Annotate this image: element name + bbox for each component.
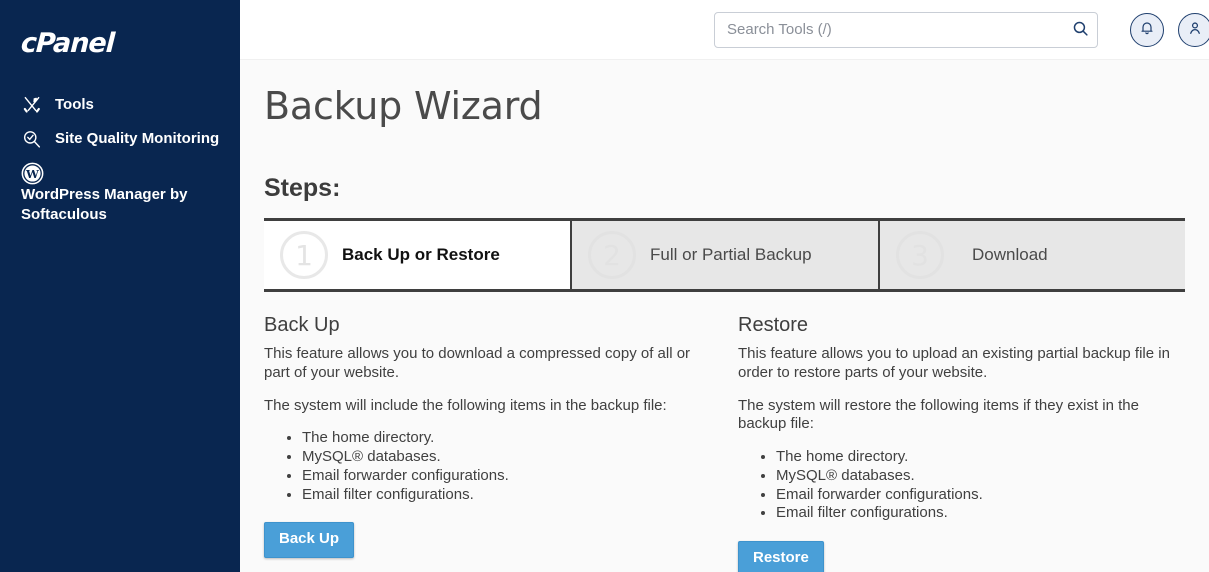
- restore-item-list: The home directory. MySQL® databases. Em…: [738, 448, 1209, 523]
- sidebar-item-wordpress-manager[interactable]: W WordPress Manager by Softaculous: [0, 156, 240, 231]
- restore-button[interactable]: Restore: [738, 541, 824, 572]
- list-item: The home directory.: [302, 429, 738, 448]
- restore-heading: Restore: [738, 314, 809, 336]
- backup-item-list: The home directory. MySQL® databases. Em…: [264, 429, 738, 504]
- cpanel-logo[interactable]: cPanel: [20, 27, 151, 59]
- page-title: Backup Wizard: [264, 84, 543, 128]
- search-icon: [1072, 20, 1089, 40]
- sidebar-item-tools[interactable]: Tools: [0, 88, 240, 122]
- step-label-2: Full or Partial Backup: [650, 245, 812, 264]
- list-item: The home directory.: [776, 448, 1209, 467]
- backup-paragraph-2: The system will include the following it…: [264, 396, 667, 414]
- list-item: MySQL® databases.: [776, 467, 1209, 486]
- step-tab-3[interactable]: 3 Download: [880, 221, 1185, 289]
- sidebar-item-label-tools: Tools: [55, 96, 94, 113]
- restore-paragraph-1: This feature allows you to upload an exi…: [738, 345, 1170, 381]
- list-item: MySQL® databases.: [302, 448, 738, 467]
- notifications-button[interactable]: [1130, 12, 1164, 47]
- restore-paragraph-2: The system will restore the following it…: [738, 396, 1139, 433]
- list-item: Email forwarder configurations.: [302, 467, 738, 486]
- list-item: Email filter configurations.: [302, 486, 738, 505]
- tools-icon: [21, 94, 49, 116]
- bell-icon: [1139, 20, 1155, 39]
- sidebar: cPanel Tools Site Quality Monitoring W W…: [0, 0, 240, 572]
- sidebar-item-label-site-quality-monitoring: Site Quality Monitoring: [55, 130, 220, 147]
- step-label-1: Back Up or Restore: [342, 245, 500, 264]
- search-box: [714, 11, 1098, 48]
- backup-paragraph-1: This feature allows you to download a co…: [264, 345, 691, 381]
- list-item: Email forwarder configurations.: [776, 486, 1209, 505]
- page-content: Backup Wizard Steps: 1 Back Up or Restor…: [240, 84, 1209, 572]
- cpanel-logo-text: cPanel: [20, 27, 115, 59]
- top-bar: [240, 0, 1209, 60]
- step-tab-1[interactable]: 1 Back Up or Restore: [264, 221, 572, 289]
- sidebar-nav: Tools Site Quality Monitoring W WordPres…: [0, 88, 240, 231]
- steps-bar: 1 Back Up or Restore 2 Full or Partial B…: [264, 218, 1185, 292]
- search-input[interactable]: [714, 11, 1098, 48]
- restore-section: Restore This feature allows you to uploa…: [738, 314, 1209, 572]
- backup-section: Back Up This feature allows you to downl…: [264, 314, 738, 572]
- search-button[interactable]: [1068, 18, 1092, 42]
- steps-heading: Steps:: [264, 174, 341, 202]
- step-number-3: 3: [896, 231, 944, 279]
- main-area: Backup Wizard Steps: 1 Back Up or Restor…: [240, 0, 1209, 572]
- list-item: Email filter configurations.: [776, 504, 1209, 523]
- backup-heading: Back Up: [264, 314, 340, 336]
- step-tab-2[interactable]: 2 Full or Partial Backup: [572, 221, 880, 289]
- svg-text:W: W: [25, 166, 40, 180]
- site-quality-icon: [21, 128, 49, 150]
- wordpress-icon: W: [21, 162, 49, 184]
- account-button[interactable]: [1178, 12, 1209, 47]
- step-number-1: 1: [280, 231, 328, 279]
- back-up-button[interactable]: Back Up: [264, 522, 355, 558]
- columns: Back Up This feature allows you to downl…: [264, 314, 1209, 572]
- step-number-2: 2: [588, 231, 636, 279]
- sidebar-item-label-wordpress-manager: WordPress Manager by Softaculous: [21, 186, 188, 223]
- user-icon: [1187, 20, 1203, 39]
- app-root: cPanel Tools Site Quality Monitoring W W…: [0, 0, 1209, 572]
- step-label-3: Download: [972, 245, 1048, 264]
- sidebar-item-site-quality-monitoring[interactable]: Site Quality Monitoring: [0, 122, 240, 156]
